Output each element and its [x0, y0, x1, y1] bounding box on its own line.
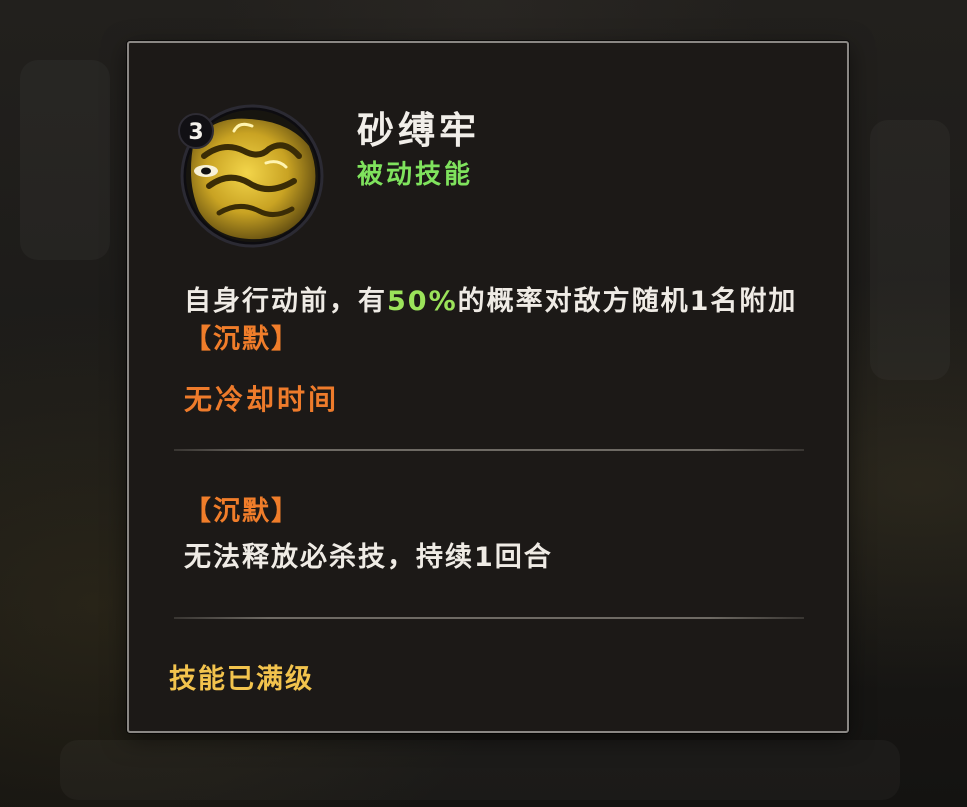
skill-icon: 3: [178, 104, 324, 248]
background-blur-shape: [20, 60, 110, 260]
skill-description: 自身行动前，有50%的概率对敌方随机1名附加【沉默】: [184, 283, 804, 359]
trigger-chance: 50%: [387, 286, 458, 317]
divider: [174, 449, 804, 451]
skill-detail-panel: 3 砂缚牢 被动技能 自身行动前，有50%的概率对敌方随机1名附加【沉默】 无冷…: [127, 41, 849, 733]
description-text: 自身行动前，有: [184, 286, 387, 317]
status-tag-link[interactable]: 【沉默】: [184, 324, 300, 355]
skill-type-label: 被动技能: [357, 160, 474, 190]
cooldown-text: 无冷却时间: [184, 383, 340, 416]
skill-name: 砂缚牢: [357, 109, 480, 152]
background-blur-shape: [870, 120, 950, 380]
divider: [174, 617, 804, 619]
skill-level-badge: 3: [188, 120, 203, 145]
max-level-notice: 技能已满级: [169, 664, 314, 695]
background-blur-shape: [60, 740, 900, 800]
status-effect-description: 无法释放必杀技，持续1回合: [184, 542, 553, 573]
status-effect-name: 【沉默】: [184, 496, 300, 527]
description-text: 的概率对敌方随机1名附加: [457, 286, 798, 317]
